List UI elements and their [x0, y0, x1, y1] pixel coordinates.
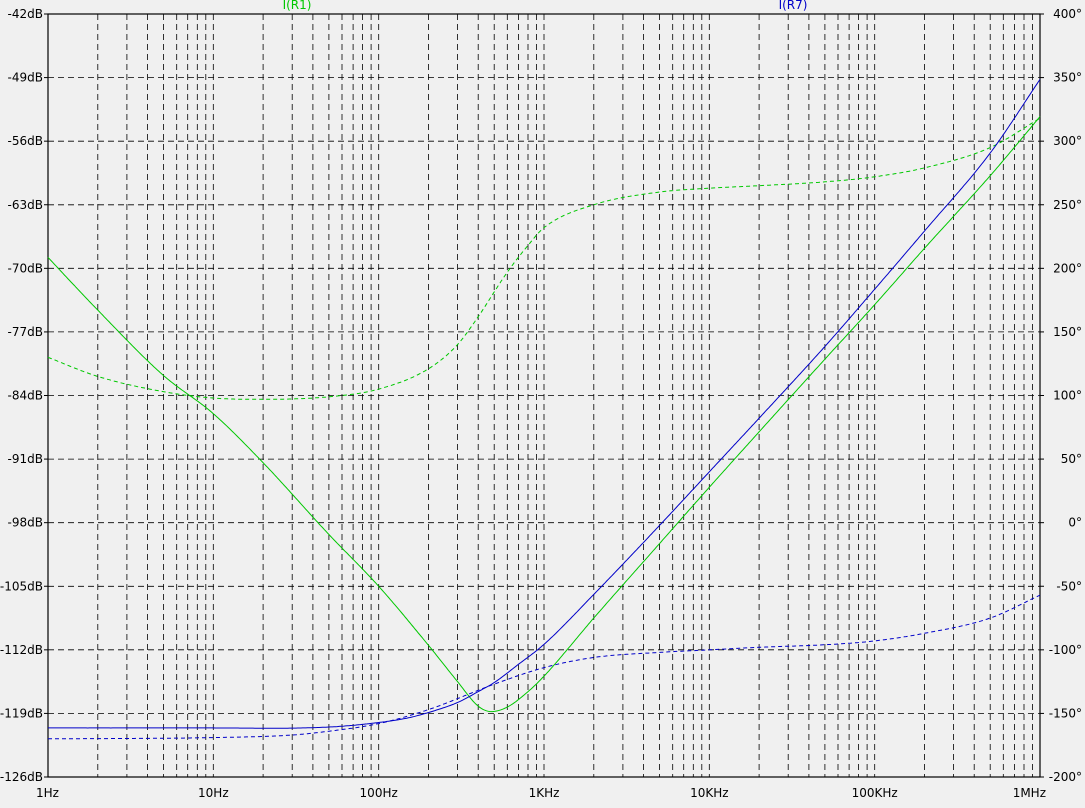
- y-right-tick-label: 250°: [1053, 198, 1082, 212]
- y-right-tick-label: 100°: [1053, 389, 1082, 403]
- bode-plot: -42dB -49dB -56dB -63dB -70dB -77dB -84dB -91dB…: [0, 0, 1082, 800]
- y-left-tick-label: -105dB: [0, 579, 43, 593]
- y-left-tick-label: -126dB: [0, 770, 43, 784]
- y-right-tick-label: -150°: [1049, 706, 1082, 720]
- y-right-tick-label: -100°: [1049, 643, 1082, 657]
- y-right-tick-label: -200°: [1049, 770, 1082, 784]
- y-left-tick-label: -91dB: [8, 452, 43, 466]
- x-tick-label: 10KHz: [690, 786, 728, 800]
- y-left-tick-label: -84dB: [8, 389, 43, 403]
- y-right-tick-label: 400°: [1053, 7, 1082, 21]
- y-left-tick-label: -77dB: [8, 325, 43, 339]
- legend-i-r1[interactable]: I(R1): [283, 0, 312, 12]
- x-tick-label: 10Hz: [198, 786, 229, 800]
- x-tick-label: 1KHz: [529, 786, 560, 800]
- y-left-tick-label: -49dB: [8, 71, 43, 85]
- y-right-tick-label: -50°: [1056, 579, 1082, 593]
- x-tick-label: 100KHz: [852, 786, 898, 800]
- y-right-tick-label: 350°: [1053, 71, 1082, 85]
- x-tick-label: 1MHz: [1013, 786, 1046, 800]
- y-left-tick-label: -63dB: [8, 198, 43, 212]
- x-tick-label: 100Hz: [360, 786, 398, 800]
- legend-i-r7[interactable]: I(R7): [779, 0, 808, 12]
- y-right-tick-label: 300°: [1053, 134, 1082, 148]
- y-right-tick-label: 150°: [1053, 325, 1082, 339]
- y-left-tick-label: -119dB: [0, 706, 43, 720]
- y-right-tick-label: 0°: [1068, 516, 1082, 530]
- x-tick-label: 1Hz: [36, 786, 59, 800]
- y-right-tick-label: 200°: [1053, 261, 1082, 275]
- y-right-tick-label: 50°: [1061, 452, 1082, 466]
- y-left-tick-label: -56dB: [8, 134, 43, 148]
- y-left-tick-label: -42dB: [8, 7, 43, 21]
- y-left-tick-label: -98dB: [8, 516, 43, 530]
- y-left-tick-label: -112dB: [0, 643, 43, 657]
- y-left-tick-label: -70dB: [8, 261, 43, 275]
